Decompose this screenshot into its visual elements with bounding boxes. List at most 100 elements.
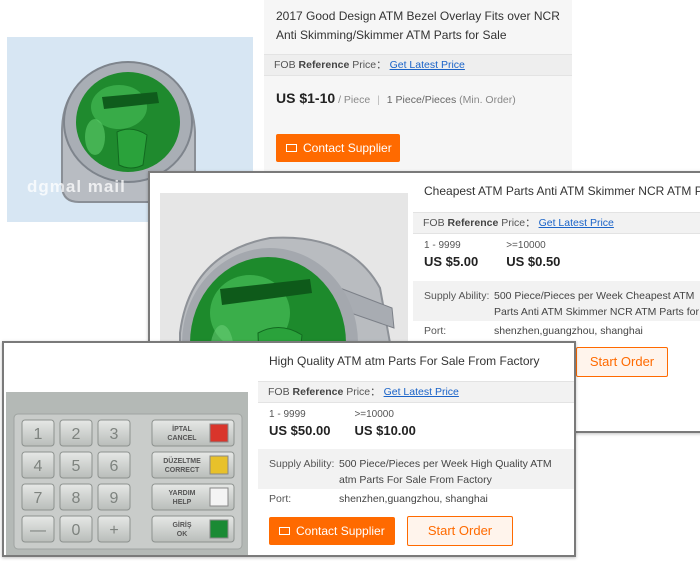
start-order-button[interactable]: Start Order: [407, 516, 513, 546]
tier-price: US $10.00: [354, 423, 416, 438]
start-order-button[interactable]: Start Order: [576, 347, 668, 377]
price-tiers: 1 - 9999 US $5.00 >=10000 US $0.50: [413, 240, 571, 269]
svg-text:DÜZELTME: DÜZELTME: [163, 456, 201, 465]
tier-price: US $50.00: [269, 423, 331, 438]
keypad-digit-key: 5: [59, 451, 93, 479]
svg-text:4: 4: [34, 458, 43, 475]
port-value: shenzhen,guangzhou, shanghai: [494, 325, 643, 337]
keypad-digit-key: 8: [59, 483, 93, 511]
keypad-function-key: GİRİŞ OK: [151, 515, 235, 543]
price-label: Price：: [501, 217, 536, 229]
svg-text:CANCEL: CANCEL: [167, 435, 197, 442]
fob-label: FOB: [423, 217, 445, 229]
svg-text:7: 7: [34, 490, 43, 507]
svg-text:GİRİŞ: GİRİŞ: [172, 521, 191, 529]
min-order: 1 Piece/Pieces: [386, 94, 457, 106]
envelope-icon: [279, 527, 290, 535]
keypad-digit-key: 1: [21, 419, 55, 447]
price-tier: >=10000 US $10.00: [354, 409, 415, 438]
contact-supplier-label: Contact Supplier: [303, 141, 392, 155]
envelope-icon: [286, 144, 297, 152]
keypad-digit-key: 6: [97, 451, 131, 479]
price-tiers: 1 - 9999 US $50.00 >=10000 US $10.00: [258, 409, 427, 438]
price-label: Price：: [346, 386, 381, 398]
reference-label: Reference: [447, 217, 499, 229]
supply-ability-value: 500 Piece/Pieces per Week Cheapest ATM P…: [494, 290, 699, 318]
svg-text:İPTAL: İPTAL: [172, 425, 192, 433]
price-unit: / Piece: [338, 94, 371, 106]
keypad-digit-key: 2: [59, 419, 93, 447]
tier-quantity: 1 - 9999: [424, 240, 461, 251]
price-tier: 1 - 9999 US $50.00: [269, 409, 330, 438]
fob-price-row: FOB Reference Price： Get Latest Price: [413, 212, 700, 234]
product-title[interactable]: 2017 Good Design ATM Bezel Overlay Fits …: [276, 7, 566, 45]
svg-text:5: 5: [72, 458, 81, 475]
svg-text:CORRECT: CORRECT: [165, 467, 200, 474]
port-label: Port:: [269, 493, 292, 505]
tier-quantity: >=10000: [354, 409, 394, 420]
svg-text:HELP: HELP: [173, 499, 192, 506]
tier-price: US $0.50: [506, 254, 561, 269]
supply-section: Supply Ability: 500 Piece/Pieces per Wee…: [413, 281, 700, 321]
supply-ability-label: Supply Ability:: [424, 290, 490, 302]
port-row: Port: shenzhen,guangzhou, shanghai: [424, 323, 700, 339]
min-order-note: (Min. Order): [459, 94, 516, 106]
keypad-digit-key: 4: [21, 451, 55, 479]
svg-text:6: 6: [110, 458, 119, 475]
reference-label: Reference: [298, 59, 350, 71]
product-title[interactable]: Cheapest ATM Parts Anti ATM Skimmer NCR …: [424, 182, 700, 201]
fob-price-row: FOB Reference Price： Get Latest Price: [264, 54, 572, 76]
svg-text:2: 2: [72, 426, 81, 443]
keypad-function-key: DÜZELTME CORRECT: [151, 451, 235, 479]
svg-text:0: 0: [72, 522, 81, 539]
supply-ability-row: Supply Ability: 500 Piece/Pieces per Wee…: [269, 456, 563, 488]
tier-price: US $5.00: [424, 254, 479, 269]
svg-text:+: +: [109, 522, 118, 539]
supply-section: Supply Ability: 500 Piece/Pieces per Wee…: [258, 449, 574, 489]
get-latest-price-link[interactable]: Get Latest Price: [390, 59, 465, 71]
keypad-illustration: 1 2 3 4 5 6 7 8 9 — 0 + İPTAL CANCEL DÜZELTME CORRECT Y…: [6, 392, 248, 555]
price-range: US $1-10: [276, 90, 336, 106]
keypad-function-key: İPTAL CANCEL: [151, 419, 235, 447]
keypad-digit-key: 0: [59, 515, 93, 543]
get-latest-price-link[interactable]: Get Latest Price: [539, 217, 614, 229]
reference-label: Reference: [292, 386, 344, 398]
product-image-atm-keypad[interactable]: 1 2 3 4 5 6 7 8 9 — 0 + İPTAL CANCEL DÜZELTME CORRECT Y…: [6, 392, 248, 555]
svg-text:3: 3: [110, 426, 119, 443]
get-latest-price-link[interactable]: Get Latest Price: [384, 386, 459, 398]
supply-ability-label: Supply Ability:: [269, 458, 335, 470]
image-watermark: dgmal mail: [27, 177, 126, 196]
product-info-3: High Quality ATM atm Parts For Sale From…: [258, 343, 574, 555]
port-row: Port: shenzhen,guangzhou, shanghai: [269, 491, 569, 507]
tier-quantity: >=10000: [506, 240, 546, 251]
svg-text:1: 1: [34, 426, 43, 443]
keypad-digit-key: —: [21, 515, 55, 543]
svg-text:9: 9: [110, 490, 119, 507]
port-value: shenzhen,guangzhou, shanghai: [339, 493, 488, 505]
fob-label: FOB: [268, 386, 290, 398]
fob-label: FOB: [274, 59, 296, 71]
contact-supplier-button[interactable]: Contact Supplier: [276, 134, 400, 162]
product-title[interactable]: High Quality ATM atm Parts For Sale From…: [269, 352, 569, 371]
price-tier: 1 - 9999 US $5.00: [424, 240, 478, 269]
keypad-digit-key: 3: [97, 419, 131, 447]
keypad-digit-key: +: [97, 515, 131, 543]
svg-text:8: 8: [72, 490, 81, 507]
price-separator: |: [377, 94, 380, 106]
keypad-digit-key: 9: [97, 483, 131, 511]
price-label: Price：: [352, 59, 387, 71]
price-summary: US $1-10 / Piece | 1 Piece/Pieces (Min. …: [276, 90, 516, 106]
product-card-3[interactable]: 1 2 3 4 5 6 7 8 9 — 0 + İPTAL CANCEL DÜZELTME CORRECT Y…: [2, 341, 576, 557]
tier-quantity: 1 - 9999: [269, 409, 306, 420]
keypad-function-key: YARDIM HELP: [151, 483, 235, 511]
svg-text:YARDIM: YARDIM: [169, 490, 196, 497]
price-tier: >=10000 US $0.50: [506, 240, 560, 269]
port-label: Port:: [424, 325, 447, 337]
supply-ability-row: Supply Ability: 500 Piece/Pieces per Wee…: [424, 288, 700, 320]
supply-ability-value: 500 Piece/Pieces per Week High Quality A…: [339, 458, 552, 486]
contact-supplier-label: Contact Supplier: [296, 524, 385, 538]
fob-price-row: FOB Reference Price： Get Latest Price: [258, 381, 574, 403]
svg-text:—: —: [30, 522, 46, 539]
contact-supplier-button[interactable]: Contact Supplier: [269, 517, 395, 545]
keypad-digit-key: 7: [21, 483, 55, 511]
